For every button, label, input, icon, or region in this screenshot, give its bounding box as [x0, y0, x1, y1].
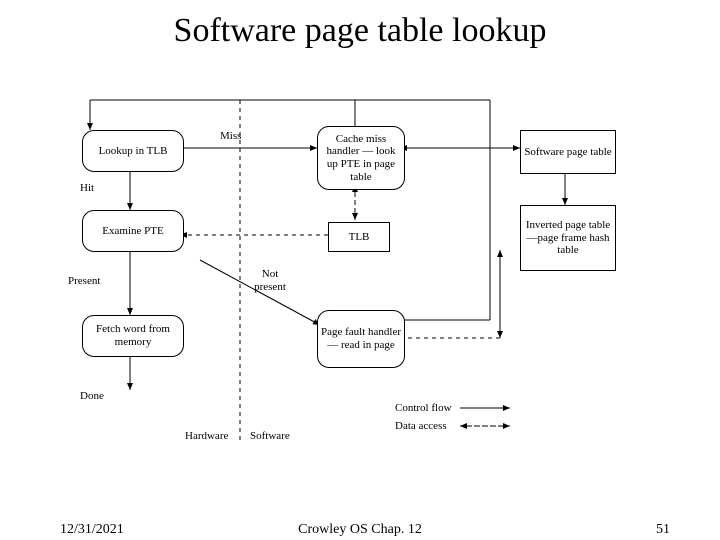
- footer-page: 51: [656, 522, 670, 538]
- label-present: Present: [68, 275, 100, 288]
- node-cache-miss-handler: Cache miss handler — look up PTE in page…: [317, 126, 405, 190]
- footer-center: Crowley OS Chap. 12: [0, 522, 720, 538]
- label-miss: Miss: [220, 130, 241, 143]
- node-tlb: TLB: [328, 222, 390, 252]
- label-not-present: Not present: [245, 268, 295, 293]
- node-software-page-table: Software page table: [520, 130, 616, 174]
- node-examine-pte: Examine PTE: [82, 210, 184, 252]
- label-done: Done: [80, 390, 104, 403]
- node-inverted-page-table: Inverted page table—page frame hash tabl…: [520, 205, 616, 271]
- legend-control-flow: Control flow: [395, 402, 452, 415]
- node-fetch-word: Fetch word from memory: [82, 315, 184, 357]
- page-title: Software page table lookup: [0, 12, 720, 50]
- legend-data-access: Data access: [395, 420, 447, 433]
- node-page-fault-handler: Page fault handler — read in page: [317, 310, 405, 368]
- label-hardware: Hardware: [185, 430, 228, 443]
- node-lookup-tlb: Lookup in TLB: [82, 130, 184, 172]
- label-software: Software: [250, 430, 290, 443]
- diagram: Lookup in TLB Examine PTE Fetch word fro…: [60, 90, 660, 460]
- label-hit: Hit: [80, 182, 94, 195]
